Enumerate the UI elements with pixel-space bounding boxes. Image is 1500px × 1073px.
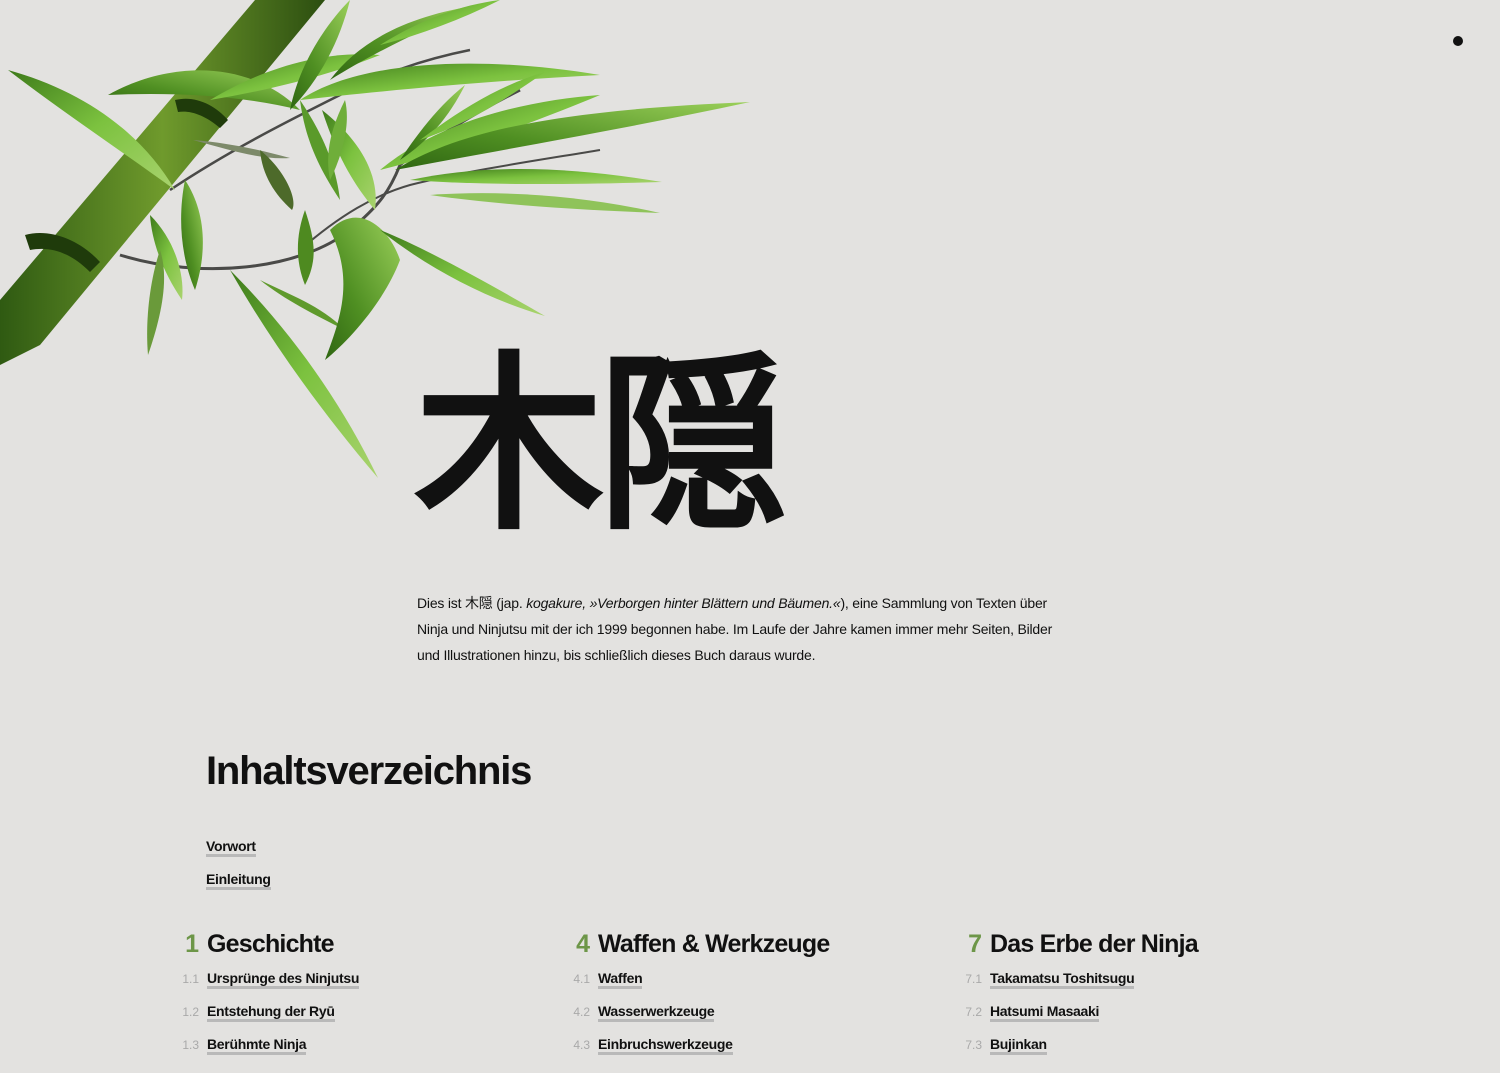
toc-title: Inhaltsverzeichnis <box>206 749 532 793</box>
section-number: 4.2 <box>573 1005 590 1019</box>
section-link[interactable]: Entstehung der Ryū <box>207 1003 335 1022</box>
chapter-title: Waffen & Werkzeuge <box>598 930 830 958</box>
chapter-section-list: 7.1 Takamatsu Toshitsugu 7.2 Hatsumi Masaa… <box>958 970 1338 1069</box>
section-number: 7.3 <box>965 1038 982 1052</box>
chapter-heading: 7 Das Erbe der Ninja <box>958 930 1338 964</box>
toc-front-item: Vorwort <box>206 838 256 857</box>
chapter-number: 1 <box>185 930 199 958</box>
toc-chapter: 7 Das Erbe der Ninja 7.1 Takamatsu Toshit… <box>958 930 1338 1069</box>
section-number: 1.2 <box>182 1005 199 1019</box>
toc-link-vorwort[interactable]: Vorwort <box>206 838 256 857</box>
section-link[interactable]: Berühmte Ninja <box>207 1036 307 1055</box>
section-link[interactable]: Ursprünge des Ninjutsu <box>207 970 359 989</box>
section-link[interactable]: Einbruchswerkzeuge <box>598 1036 733 1055</box>
menu-dot-icon[interactable] <box>1453 36 1463 46</box>
chapter-title: Geschichte <box>207 930 335 958</box>
chapter-heading: 4 Waffen & Werkzeuge <box>566 930 946 964</box>
section-item: 4.2 Wasserwerkzeuge <box>566 1003 946 1036</box>
section-number: 7.1 <box>965 972 982 986</box>
section-item: 7.1 Takamatsu Toshitsugu <box>958 970 1338 1003</box>
chapter-title: Das Erbe der Ninja <box>990 930 1199 958</box>
section-item: 4.1 Waffen <box>566 970 946 1003</box>
section-number: 4.3 <box>573 1038 590 1052</box>
toc-chapter: 4 Waffen & Werkzeuge 4.1 Waffen 4.2 Wasser… <box>566 930 946 1069</box>
section-item: 7.3 Bujinkan <box>958 1036 1338 1069</box>
chapter-section-list: 1.1 Ursprünge des Ninjutsu 1.2 Entstehung … <box>175 970 555 1069</box>
intro-paragraph: Dies ist 木隠 (jap. kogakure, »Verborgen h… <box>417 590 1077 668</box>
intro-text-italic: kogakure, »Verborgen hinter Blättern und… <box>526 595 841 611</box>
section-item: 7.2 Hatsumi Masaaki <box>958 1003 1338 1036</box>
toc-front-item: Einleitung <box>206 871 271 890</box>
section-link[interactable]: Takamatsu Toshitsugu <box>990 970 1135 989</box>
section-number: 7.2 <box>965 1005 982 1019</box>
section-item: 1.3 Berühmte Ninja <box>175 1036 555 1069</box>
section-link[interactable]: Bujinkan <box>990 1036 1047 1055</box>
toc-chapter: 1 Geschichte 1.1 Ursprünge des Ninjutsu 1… <box>175 930 555 1069</box>
section-number: 4.1 <box>573 972 590 986</box>
section-item: 1.2 Entstehung der Ryū <box>175 1003 555 1036</box>
section-item: 4.3 Einbruchswerkzeuge <box>566 1036 946 1069</box>
section-link[interactable]: Waffen <box>598 970 643 989</box>
intro-text-1: Dies ist 木隠 (jap. <box>417 595 527 611</box>
chapter-heading: 1 Geschichte <box>175 930 555 964</box>
chapter-number: 4 <box>576 930 590 958</box>
chapter-number: 7 <box>968 930 982 958</box>
toc-link-einleitung[interactable]: Einleitung <box>206 871 271 890</box>
section-item: 1.1 Ursprünge des Ninjutsu <box>175 970 555 1003</box>
section-number: 1.3 <box>182 1038 199 1052</box>
section-number: 1.1 <box>182 972 199 986</box>
chapter-section-list: 4.1 Waffen 4.2 Wasserwerkzeuge 4.3 Einbruch… <box>566 970 946 1069</box>
section-link[interactable]: Hatsumi Masaaki <box>990 1003 1099 1022</box>
section-link[interactable]: Wasserwerkzeuge <box>598 1003 715 1022</box>
site-logo-kanji: 木隠 <box>414 333 788 556</box>
